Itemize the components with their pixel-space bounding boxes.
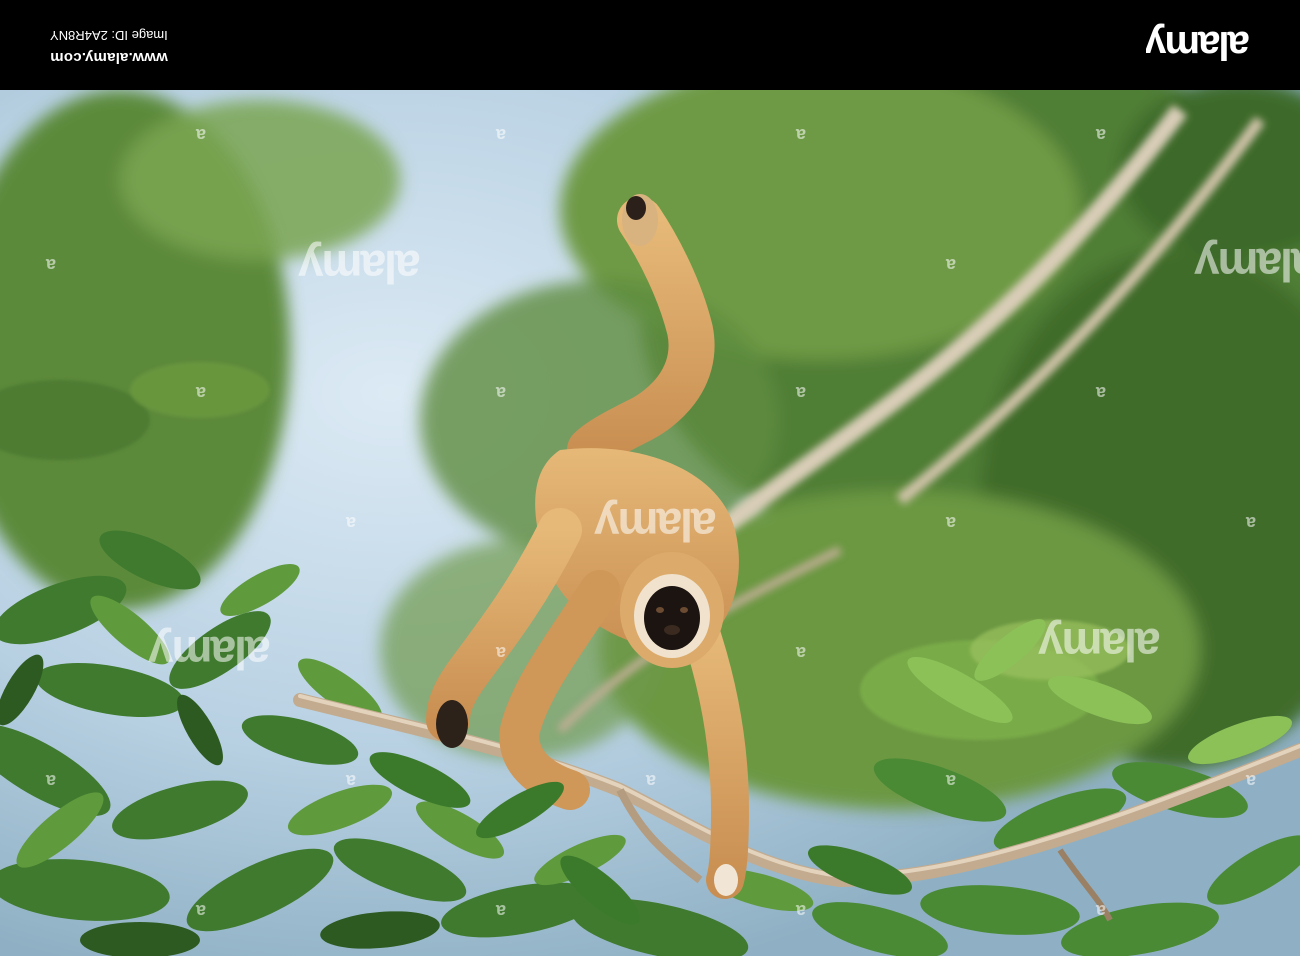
photo: alamy alamy alamy alamy alamy a a a a a …	[0, 50, 1300, 956]
image-frame: alamy alamy alamy alamy alamy a a a a a …	[0, 0, 1300, 956]
website-url: www.alamy.com	[50, 49, 168, 66]
gibbon-photo	[0, 50, 1300, 956]
alamy-logo: alamy	[1146, 23, 1250, 67]
image-id: Image ID: 2A4R8NY	[50, 28, 168, 43]
banner-info: www.alamy.com Image ID: 2A4R8NY	[50, 28, 168, 66]
stock-banner: alamy www.alamy.com Image ID: 2A4R8NY	[0, 0, 1300, 90]
logo-text: alamy	[1146, 23, 1250, 67]
